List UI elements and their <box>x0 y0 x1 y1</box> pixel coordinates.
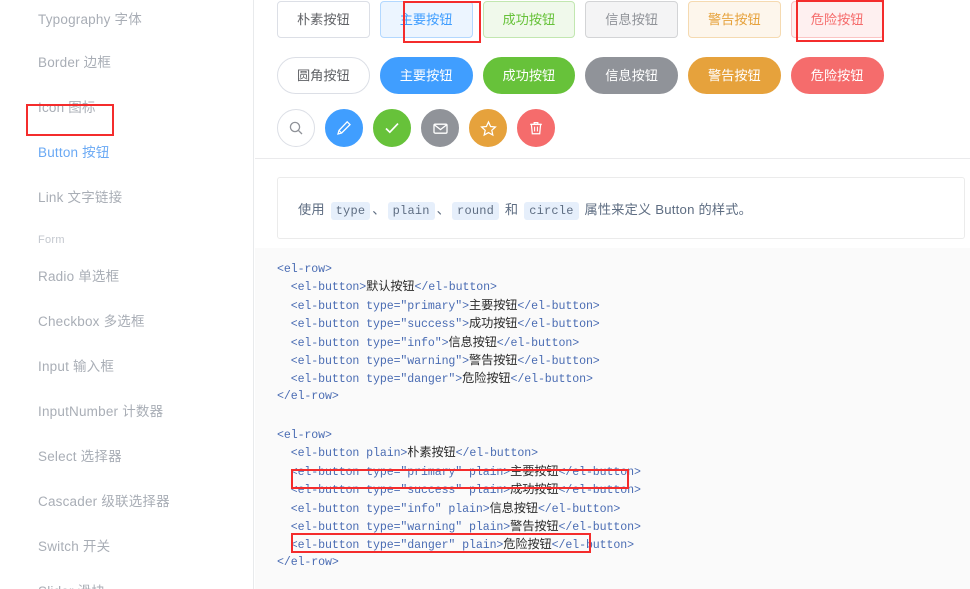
delete-icon <box>530 121 542 135</box>
sidebar-item-typography[interactable]: Typography 字体 <box>0 0 253 40</box>
desc-sep-2: 、 <box>436 201 451 217</box>
plain-button-row: 朴素按钮 主要按钮 成功按钮 信息按钮 警告按钮 危险按钮 <box>277 1 884 39</box>
circle-edit-button[interactable] <box>325 109 363 147</box>
screenshot-root: Typography 字体 Border 边框 Icon 图标 Button 按… <box>0 0 970 589</box>
sidebar-item-link[interactable]: Link 文字链接 <box>0 175 253 220</box>
star-icon <box>479 120 497 136</box>
sidebar-group-form: Form <box>38 234 65 246</box>
round-danger-button[interactable]: 危险按钮 <box>790 57 884 95</box>
desc-prefix: 使用 <box>298 201 329 217</box>
sidebar-nav[interactable]: Typography 字体 Border 边框 Icon 图标 Button 按… <box>0 0 254 589</box>
edit-icon <box>337 120 351 135</box>
plain-info-button[interactable]: 信息按钮 <box>585 1 678 39</box>
main-content: 朴素按钮 主要按钮 成功按钮 信息按钮 警告按钮 危险按钮 圆角按钮 主要按钮 … <box>255 0 970 589</box>
sidebar-item-switch[interactable]: Switch 开关 <box>0 524 253 569</box>
round-button-row: 圆角按钮 主要按钮 成功按钮 信息按钮 警告按钮 危险按钮 <box>277 57 884 95</box>
sidebar-item-checkbox[interactable]: Checkbox 多选框 <box>0 299 253 344</box>
check-icon <box>385 123 399 134</box>
desc-suffix: 属性来定义 Button 的样式。 <box>580 201 753 217</box>
circle-message-button[interactable] <box>421 109 459 147</box>
code-block-types: <el-row> <el-button>默认按钮</el-button> <el… <box>277 263 600 403</box>
usage-description-card: 使用 type、 plain、 round 和 circle 属性来定义 Butto… <box>277 177 965 239</box>
desc-code-plain: plain <box>387 201 435 220</box>
sidebar-item-border[interactable]: Border 边框 <box>0 40 253 85</box>
circle-search-button[interactable] <box>277 109 315 147</box>
desc-code-round: round <box>452 201 500 220</box>
sidebar-item-icon[interactable]: Icon 图标 <box>0 85 253 130</box>
desc-code-circle: circle <box>524 201 579 220</box>
plain-warning-button[interactable]: 警告按钮 <box>688 1 781 39</box>
round-primary-button[interactable]: 主要按钮 <box>379 57 473 95</box>
circle-delete-button[interactable] <box>517 109 555 147</box>
sidebar-item-button[interactable]: Button 按钮 <box>0 130 253 175</box>
message-icon <box>432 123 448 134</box>
sidebar-item-cascader[interactable]: Cascader 级联选择器 <box>0 479 253 524</box>
round-info-button[interactable]: 信息按钮 <box>585 57 678 95</box>
sidebar-item-radio[interactable]: Radio 单选框 <box>0 254 253 299</box>
code-block-plain: <el-row> <el-button plain>朴素按钮</el-butto… <box>277 429 641 569</box>
circle-check-button[interactable] <box>373 109 411 147</box>
plain-danger-button[interactable]: 危险按钮 <box>790 1 884 39</box>
desc-code-type: type <box>330 201 371 220</box>
circle-star-button[interactable] <box>469 109 507 147</box>
sidebar-item-input[interactable]: Input 输入框 <box>0 344 253 389</box>
sidebar-item-slider[interactable]: Slider 滑块 <box>0 569 253 589</box>
round-warning-button[interactable]: 警告按钮 <box>688 57 781 95</box>
desc-mid: 和 <box>501 201 523 217</box>
demo-separator <box>255 158 970 159</box>
plain-success-button[interactable]: 成功按钮 <box>482 1 576 39</box>
round-success-button[interactable]: 成功按钮 <box>482 57 576 95</box>
usage-description-text: 使用 type、 plain、 round 和 circle 属性来定义 Butto… <box>298 199 753 220</box>
plain-default-button[interactable]: 朴素按钮 <box>277 1 370 39</box>
sidebar-item-select[interactable]: Select 选择器 <box>0 434 253 479</box>
search-icon <box>289 121 303 135</box>
desc-sep-1: 、 <box>372 201 386 217</box>
plain-primary-button[interactable]: 主要按钮 <box>379 1 473 39</box>
round-default-button[interactable]: 圆角按钮 <box>277 57 370 95</box>
circle-button-row <box>277 109 555 147</box>
sidebar-item-inputnumber[interactable]: InputNumber 计数器 <box>0 389 253 434</box>
